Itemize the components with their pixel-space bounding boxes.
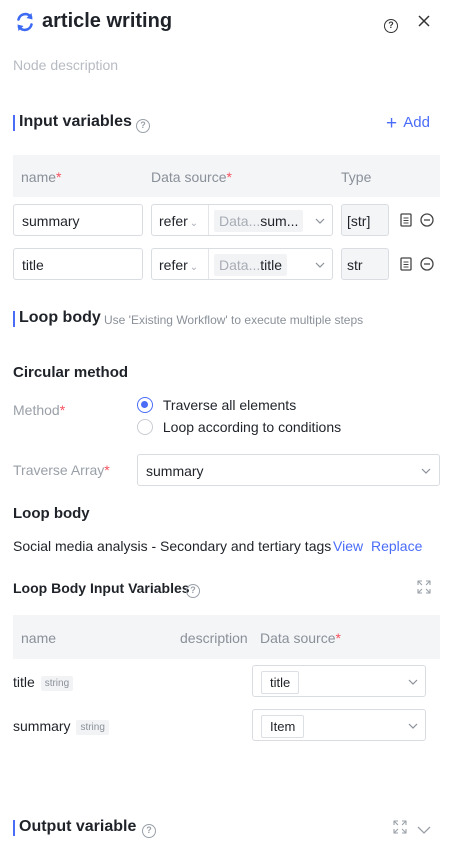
radio-traverse-all[interactable]: Traverse all elements [137, 397, 296, 413]
circular-method-title: Circular method [13, 364, 129, 381]
loop-body-section-title: Loop body [19, 309, 101, 326]
type-field: str [341, 248, 389, 280]
loop-input-source-select[interactable]: title [252, 665, 426, 697]
loop-input-name: summary string [13, 718, 109, 735]
col-name: name [21, 630, 57, 646]
traverse-array-select[interactable]: summary [137, 454, 440, 486]
chevron-down-icon [421, 468, 431, 474]
traverse-array-label: Traverse Array* [13, 462, 110, 478]
expand-icon[interactable] [393, 820, 407, 837]
mode-select[interactable]: refer ⌄ [159, 257, 198, 273]
data-source-selector[interactable]: refer ⌄ Data...title [151, 248, 333, 280]
loop-body-title: Loop body [13, 505, 90, 522]
plus-icon: + [386, 113, 398, 134]
loop-input-name: title string [13, 674, 74, 691]
node-title[interactable]: article writing [42, 10, 172, 33]
method-label: Method* [13, 402, 66, 418]
radio-loop-conditions[interactable]: Loop according to conditions [137, 419, 341, 435]
col-type: Type [341, 169, 372, 185]
reference-tag: Data...sum... [214, 210, 304, 232]
radio-unchecked-icon [137, 419, 153, 435]
help-icon[interactable]: ? [384, 15, 398, 33]
document-icon[interactable] [400, 213, 412, 230]
input-variables-title: Input variables [19, 113, 132, 130]
col-data-source: Data source* [260, 630, 341, 646]
node-description-input[interactable]: Node description [13, 57, 118, 73]
expand-icon[interactable] [417, 580, 431, 597]
close-icon[interactable] [417, 14, 431, 28]
chevron-down-icon [408, 723, 418, 729]
chevron-down-icon [315, 218, 325, 224]
loop-body-hint: Use 'Existing Workflow' to execute multi… [104, 313, 364, 327]
chevron-down-icon[interactable] [417, 822, 431, 838]
output-help-icon[interactable]: ? [142, 820, 156, 838]
loop-inputs-title: Loop Body Input Variables [13, 580, 190, 596]
chevron-down-icon [408, 679, 418, 685]
remove-icon[interactable] [420, 213, 434, 230]
node-logo-icon [14, 11, 36, 33]
loop-inputs-help-icon[interactable]: ? [186, 580, 200, 598]
section-marker [13, 311, 15, 327]
document-icon[interactable] [400, 257, 412, 274]
section-marker [13, 820, 15, 836]
variable-name-input[interactable]: title [13, 248, 143, 280]
type-badge: string [40, 676, 74, 691]
type-field: [str] [341, 204, 389, 236]
variable-name-input[interactable]: summary [13, 204, 143, 236]
reference-tag: Data...title [214, 254, 288, 276]
output-variable-title: Output variable [19, 818, 137, 835]
add-variable-button[interactable]: + Add [386, 113, 430, 135]
input-variables-help-icon[interactable]: ? [136, 115, 150, 133]
col-name: name* [21, 169, 62, 185]
replace-link[interactable]: Replace [371, 538, 422, 554]
col-description: description [180, 630, 248, 646]
mode-select[interactable]: refer ⌄ [159, 213, 198, 229]
col-data-source: Data source* [151, 169, 232, 185]
view-link[interactable]: View [333, 538, 363, 554]
radio-checked-icon [137, 397, 153, 413]
remove-icon[interactable] [420, 257, 434, 274]
chevron-down-icon [315, 262, 325, 268]
type-badge: string [76, 720, 109, 735]
section-marker [13, 115, 15, 131]
loop-input-source-select[interactable]: Item [252, 709, 426, 741]
data-source-selector[interactable]: refer ⌄ Data...sum... [151, 204, 333, 236]
workflow-name: Social media analysis - Secondary and te… [13, 538, 332, 554]
